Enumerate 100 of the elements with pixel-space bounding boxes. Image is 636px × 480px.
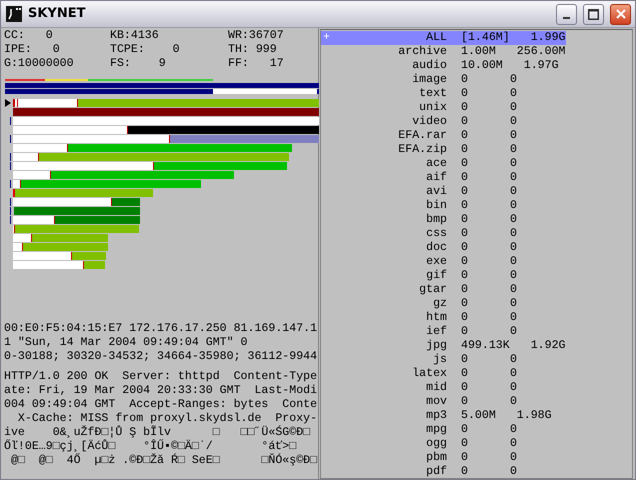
list-row[interactable]: bmp 0 0 — [321, 213, 566, 227]
type-size: 0 — [461, 269, 469, 283]
list-row[interactable]: exe 0 0 — [321, 255, 566, 269]
log-line: ive 0&¸uŽfĐ□¦Ů Ş bĨlv □ □□˝Ü«ŚG©Đ□ — [4, 426, 312, 439]
type-total: 0 — [510, 269, 517, 283]
stat-readout: KB:4136 — [110, 29, 160, 43]
list-row[interactable]: + ALL [1.46M] 1.99G — [321, 31, 566, 45]
type-total: 0 — [510, 353, 517, 367]
type-size: 0 — [461, 171, 469, 185]
type-name: EFA.zip — [397, 143, 447, 157]
list-row[interactable]: EFA.rar 0 0 — [321, 129, 566, 143]
maximize-button[interactable] — [583, 4, 604, 24]
type-total: 0 — [510, 325, 517, 339]
log-line: Őľ!0E…9□çj¸[ÄćŮ□ °ÎŰ▪©□Ä□˙/ °áť>□ — [4, 440, 298, 453]
type-size: 10.00M — [461, 59, 503, 73]
type-total: 0 — [510, 171, 517, 185]
type-name: ALL — [425, 31, 447, 45]
type-size: 0 — [461, 73, 469, 87]
type-name: gif — [425, 269, 447, 283]
list-row[interactable]: mpg 0 0 — [321, 423, 566, 437]
type-name: bin — [425, 199, 447, 213]
type-name: doc — [425, 241, 447, 255]
type-total: 0 — [510, 143, 517, 157]
type-size: 1.00M — [461, 45, 496, 59]
stat-readout: TH: 999 — [228, 43, 278, 57]
type-size: 0 — [461, 353, 469, 367]
list-row[interactable]: latex 0 0 — [321, 367, 566, 381]
list-row[interactable]: text 0 0 — [321, 87, 566, 101]
stat-readout: FF: 17 — [228, 57, 285, 71]
list-row[interactable]: unix 0 0 — [321, 101, 566, 115]
type-total: 0 — [510, 311, 517, 325]
type-name: video — [411, 115, 447, 129]
list-row[interactable]: bin 0 0 — [321, 199, 566, 213]
type-size: [1.46M] — [461, 31, 510, 45]
list-row[interactable]: avi 0 0 — [321, 185, 566, 199]
log-line: X-Cache: MISS from proxyl.skydsl.de Proxy- — [16, 412, 318, 425]
minimize-button[interactable] — [556, 4, 577, 24]
list-row[interactable]: jpg 499.13K 1.92G — [321, 339, 566, 353]
list-row[interactable]: ace 0 0 — [321, 157, 566, 171]
type-size: 0 — [461, 255, 469, 269]
type-total: 0 — [510, 437, 517, 451]
list-row[interactable]: doc 0 0 — [321, 241, 566, 255]
list-row[interactable]: ief 0 0 — [321, 325, 566, 339]
list-row[interactable]: css 0 0 — [321, 227, 566, 241]
type-size: 0 — [461, 227, 469, 241]
type-size: 0 — [461, 241, 469, 255]
type-total: 0 — [510, 381, 517, 395]
list-row[interactable]: image 0 0 — [321, 73, 566, 87]
type-name: aif — [425, 171, 447, 185]
list-row[interactable]: mid 0 0 — [321, 381, 566, 395]
type-total: 0 — [510, 199, 517, 213]
stat-readout: IPE: 0 — [4, 43, 61, 57]
list-row[interactable]: ogg 0 0 — [321, 437, 566, 451]
close-button[interactable] — [610, 4, 631, 24]
log-line: ate: Fri, 19 Mar 2004 20:33:30 GMT Last-Modi — [4, 384, 318, 398]
list-row[interactable]: mp3 5.00M 1.98G — [321, 409, 566, 423]
type-name: audio — [411, 59, 447, 73]
type-name: exe — [425, 255, 447, 269]
list-row[interactable]: aif 0 0 — [321, 171, 566, 185]
type-name: mpg — [425, 423, 447, 437]
list-row[interactable]: archive 1.00M 256.00M — [321, 45, 566, 59]
list-row[interactable]: pdf 0 0 — [321, 465, 566, 479]
list-row[interactable]: video 0 0 — [321, 115, 566, 129]
log-line: 00:E0:F5:04:15:E7 172.176.17.250 81.169.147.1 — [4, 322, 318, 336]
maximize-icon — [588, 8, 599, 20]
list-row[interactable]: audio 10.00M 1.97G — [321, 59, 566, 73]
list-row[interactable]: htm 0 0 — [321, 311, 566, 325]
type-total: 1.98G — [516, 409, 552, 423]
type-total: 0 — [510, 283, 517, 297]
type-name: ace — [425, 157, 447, 171]
type-size: 0 — [461, 311, 469, 325]
type-size: 0 — [461, 465, 469, 479]
type-size: 0 — [461, 157, 469, 171]
type-size: 499.13K — [461, 339, 510, 353]
list-row[interactable]: gtar 0 0 — [321, 283, 566, 297]
list-row[interactable]: js 0 0 — [321, 353, 566, 367]
type-size: 0 — [461, 101, 469, 115]
type-total: 0 — [510, 73, 517, 87]
log-line: HTTP/1.0 200 OK Server: thttpd Content-Type — [4, 370, 318, 384]
list-row[interactable]: gif 0 0 — [321, 269, 566, 283]
type-total: 1.99G — [530, 31, 566, 45]
type-size: 0 — [461, 213, 469, 227]
type-name: gz — [432, 297, 447, 311]
type-name: latex — [411, 367, 447, 381]
type-name: htm — [425, 311, 447, 325]
list-row[interactable]: EFA.zip 0 0 — [321, 143, 566, 157]
list-row[interactable]: mov 0 0 — [321, 395, 566, 409]
type-name: pbm — [425, 451, 447, 465]
window-title: SKYNET — [28, 5, 86, 24]
stat-readout: G:10000000 — [4, 57, 75, 71]
type-size: 0 — [461, 87, 469, 101]
type-name: mp3 — [425, 409, 447, 423]
type-name: ogg — [425, 437, 447, 451]
minimize-icon — [563, 17, 570, 19]
type-name: avi — [425, 185, 447, 199]
type-total: 0 — [510, 465, 517, 479]
list-row[interactable]: gz 0 0 — [321, 297, 566, 311]
type-name: jpg — [425, 339, 447, 353]
list-row[interactable]: pbm 0 0 — [321, 451, 566, 465]
type-total: 0 — [510, 423, 517, 437]
